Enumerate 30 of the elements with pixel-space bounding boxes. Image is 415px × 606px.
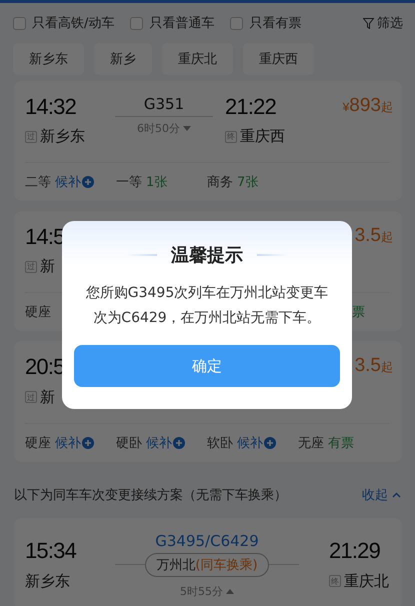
filter-label: 只看高铁/动车: [32, 15, 114, 32]
arrival-time: 21:29: [329, 538, 380, 564]
arrival-time: 21:22: [225, 94, 276, 119]
seat-class: 一等: [116, 174, 142, 192]
transfer-station: 万州北(同车换乘): [145, 552, 269, 577]
seat-class: 硬座: [25, 304, 51, 322]
train-number: G3495/C6429: [155, 532, 259, 550]
departure-time: 14:32: [25, 94, 76, 119]
seat-class: 无座: [298, 434, 324, 452]
dialog-title: 温馨提示: [171, 244, 243, 267]
departure-station: 新: [40, 388, 55, 407]
section-title: 以下为同车车次变更接续方案（无需下车换乘）: [14, 486, 287, 504]
filter-label: 只看有票: [249, 15, 302, 32]
departure-station: 新乡东: [25, 572, 70, 591]
filter-label: 只看普通车: [149, 14, 214, 32]
dialog-message: 您所购G3495次列车在万州北站变更车次为C6429，在万州北站无需下车。: [84, 284, 330, 328]
price: 3.5起: [354, 355, 393, 378]
arrival-station: 重庆北: [344, 572, 389, 591]
departure-time: 15:34: [25, 538, 76, 564]
price: ¥893起: [342, 95, 393, 117]
train-number: G351: [115, 95, 213, 117]
seat-class: 硬卧: [116, 434, 142, 452]
seat-class: 软卧: [207, 434, 233, 452]
arrival-station: 重庆西: [240, 127, 285, 146]
seat-class: 硬座: [25, 434, 51, 452]
seat-class: 二等: [25, 174, 51, 192]
departure-station: 新: [40, 257, 55, 276]
departure-station: 新乡东: [40, 127, 85, 146]
price: 3.5起: [354, 225, 393, 248]
seat-class: 商务: [207, 174, 233, 192]
